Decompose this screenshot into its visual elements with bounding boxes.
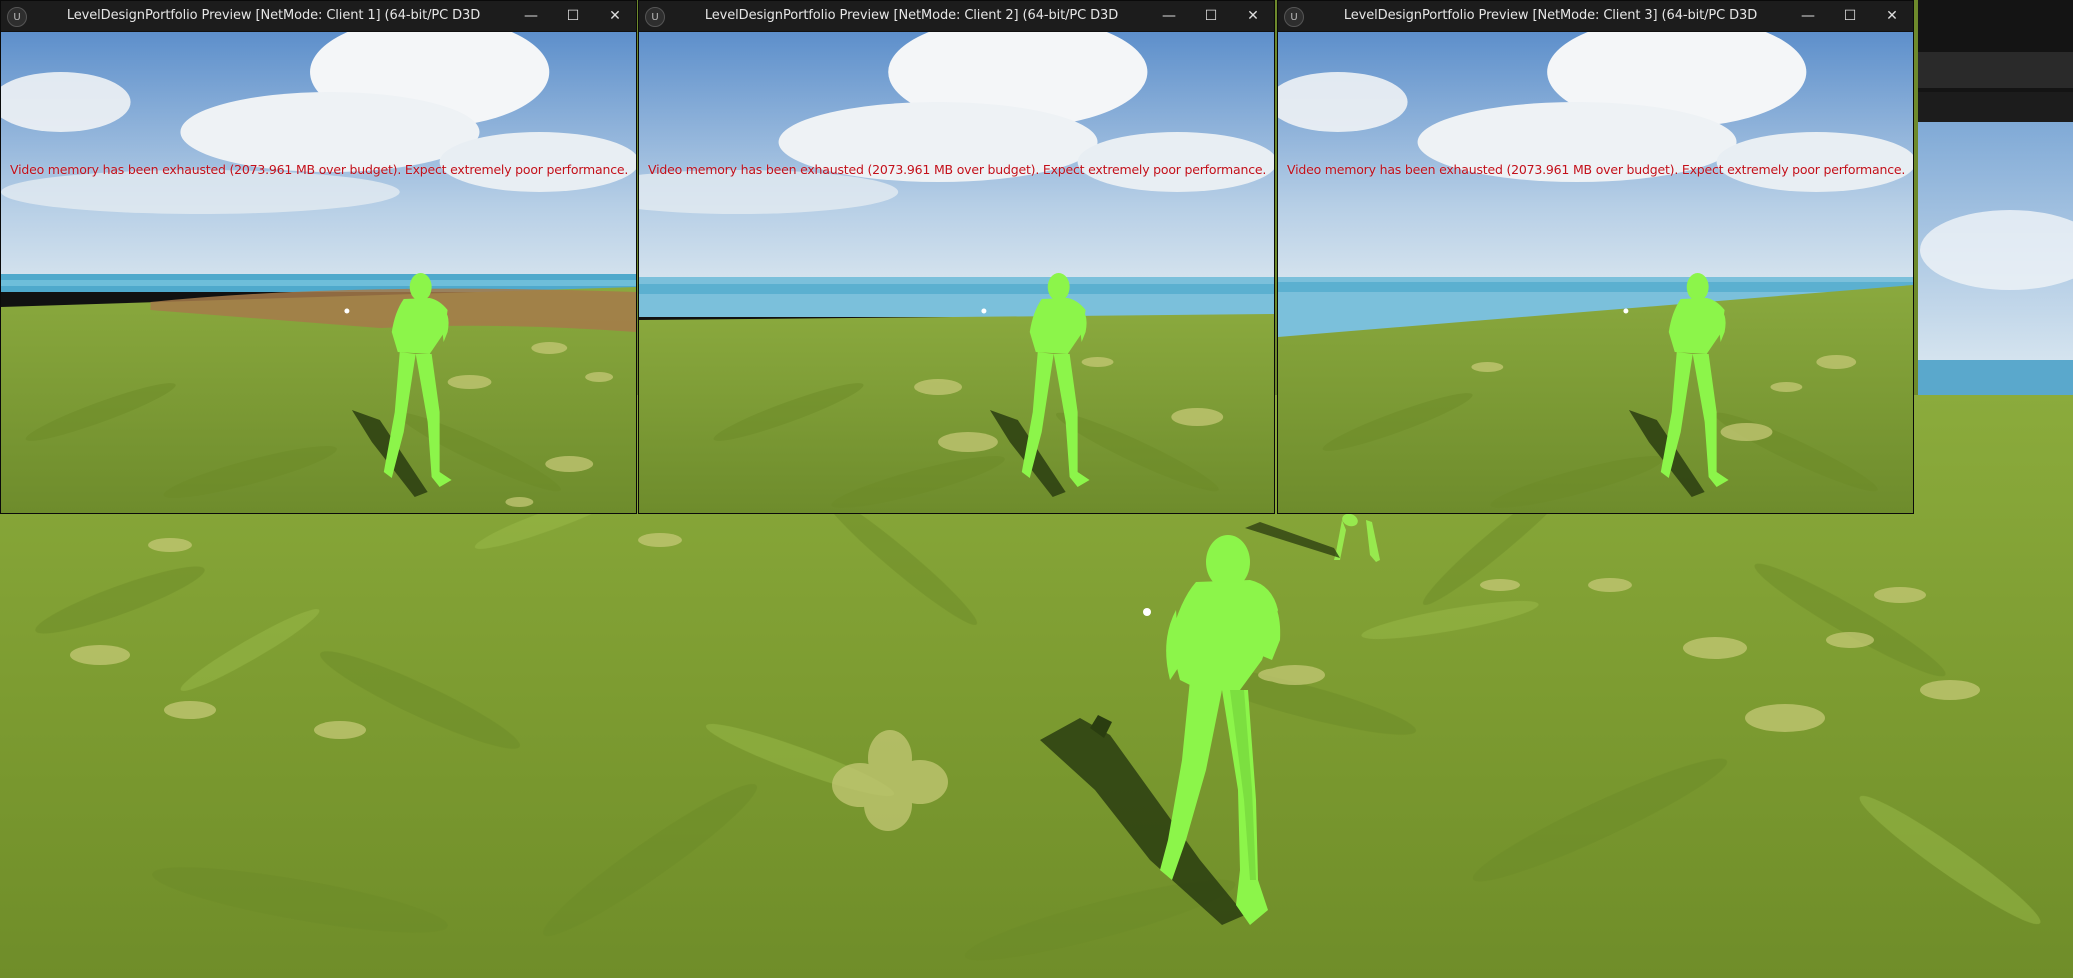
close-button[interactable]: ✕ — [1871, 1, 1913, 31]
logo-letter: U — [13, 11, 21, 23]
main-crosshair-dot — [1143, 608, 1151, 616]
video-memory-warning: Video memory has been exhausted (2073.96… — [10, 162, 629, 177]
client-2-viewport[interactable]: Video memory has been exhausted (2073.96… — [639, 32, 1274, 513]
client-window-1[interactable]: U LevelDesignPortfolio Preview [NetMode:… — [0, 0, 637, 514]
logo-letter: U — [651, 11, 659, 23]
client-window-2[interactable]: U LevelDesignPortfolio Preview [NetMode:… — [638, 0, 1275, 514]
video-memory-warning: Video memory has been exhausted (2073.96… — [1287, 162, 1906, 177]
editor-toolbar — [1918, 52, 2073, 88]
minimize-button[interactable]: — — [1787, 1, 1829, 31]
client-3-scene — [1278, 32, 1913, 513]
editor-tab-bar — [1918, 92, 2073, 122]
client-2-scene — [639, 32, 1274, 513]
logo-letter: U — [1290, 11, 1298, 23]
client-window-3[interactable]: U LevelDesignPortfolio Preview [NetMode:… — [1277, 0, 1914, 514]
client-1-viewport[interactable]: Video memory has been exhausted (2073.96… — [1, 32, 636, 513]
unreal-engine-logo-icon[interactable]: U — [1284, 7, 1304, 27]
maximize-button[interactable]: ☐ — [1190, 1, 1232, 31]
client-1-titlebar[interactable]: U LevelDesignPortfolio Preview [NetMode:… — [1, 1, 636, 31]
maximize-button[interactable]: ☐ — [552, 1, 594, 31]
unreal-engine-logo-icon[interactable]: U — [7, 7, 27, 27]
video-memory-warning: Video memory has been exhausted (2073.96… — [648, 162, 1267, 177]
unreal-engine-logo-icon[interactable]: U — [645, 7, 665, 27]
client-3-viewport[interactable]: Video memory has been exhausted (2073.96… — [1278, 32, 1913, 513]
editor-background-panel — [1918, 0, 2073, 122]
client-3-titlebar[interactable]: U LevelDesignPortfolio Preview [NetMode:… — [1278, 1, 1913, 31]
close-button[interactable]: ✕ — [594, 1, 636, 31]
maximize-button[interactable]: ☐ — [1829, 1, 1871, 31]
minimize-button[interactable]: — — [510, 1, 552, 31]
client-3-window-title: LevelDesignPortfolio Preview [NetMode: C… — [1343, 8, 1758, 23]
close-button[interactable]: ✕ — [1232, 1, 1274, 31]
client-2-titlebar[interactable]: U LevelDesignPortfolio Preview [NetMode:… — [639, 1, 1274, 31]
client-1-scene — [1, 32, 636, 513]
client-2-window-title: LevelDesignPortfolio Preview [NetMode: C… — [704, 8, 1119, 23]
client-1-window-title: LevelDesignPortfolio Preview [NetMode: C… — [66, 8, 481, 23]
minimize-button[interactable]: — — [1148, 1, 1190, 31]
